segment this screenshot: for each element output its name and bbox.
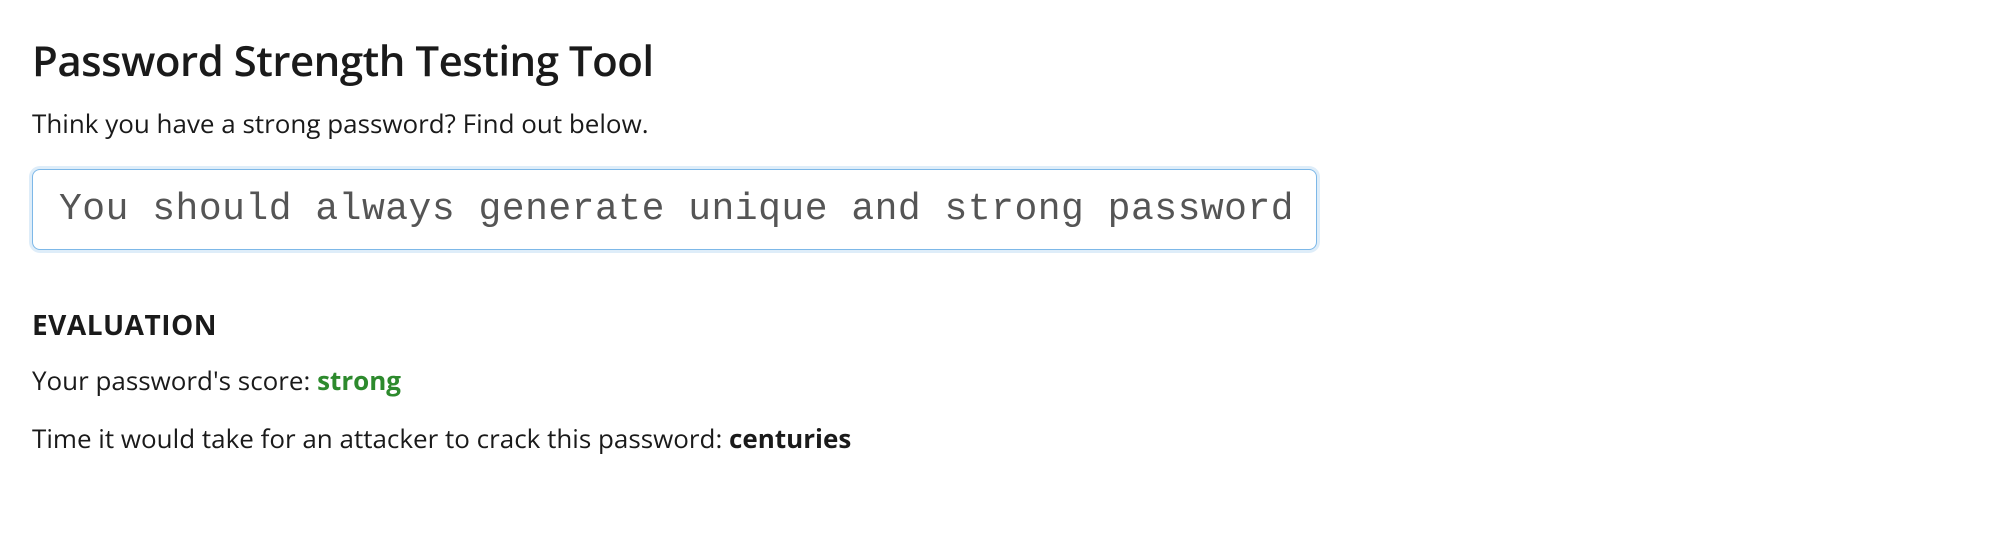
- page-title: Password Strength Testing Tool: [32, 32, 1960, 89]
- crack-time-value: centuries: [729, 420, 851, 456]
- crack-time-line: Time it would take for an attacker to cr…: [32, 420, 1960, 456]
- page-subtitle: Think you have a strong password? Find o…: [32, 105, 1960, 141]
- crack-time-label: Time it would take for an attacker to cr…: [32, 420, 729, 456]
- score-line: Your password's score: strong: [32, 362, 1960, 398]
- evaluation-section: EVALUATION Your password's score: strong…: [32, 306, 1960, 456]
- score-label: Your password's score:: [32, 362, 317, 398]
- score-value: strong: [317, 362, 401, 398]
- evaluation-heading: EVALUATION: [32, 306, 1960, 344]
- password-input[interactable]: [32, 169, 1317, 250]
